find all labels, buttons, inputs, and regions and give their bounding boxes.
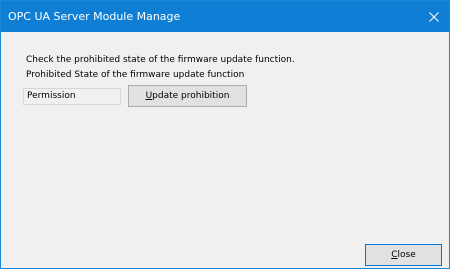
update-prohibition-button[interactable]: Update prohibition (128, 85, 247, 107)
close-icon (429, 11, 439, 22)
close-label: lose (397, 250, 416, 260)
prohibited-state-field: Permission (23, 88, 121, 105)
dialog-content: Check the prohibited state of the firmwa… (1, 32, 449, 268)
dialog-window: OPC UA Server Module Manage Check the pr… (0, 0, 450, 269)
window-title: OPC UA Server Module Manage (8, 10, 181, 23)
window-close-button[interactable] (419, 1, 449, 32)
description-text: Check the prohibited state of the firmwa… (26, 55, 295, 65)
update-prohibition-label: pdate prohibition (152, 91, 230, 101)
close-button[interactable]: Close (365, 244, 442, 266)
state-label: Prohibited State of the firmware update … (26, 70, 245, 80)
title-bar[interactable]: OPC UA Server Module Manage (1, 1, 449, 32)
